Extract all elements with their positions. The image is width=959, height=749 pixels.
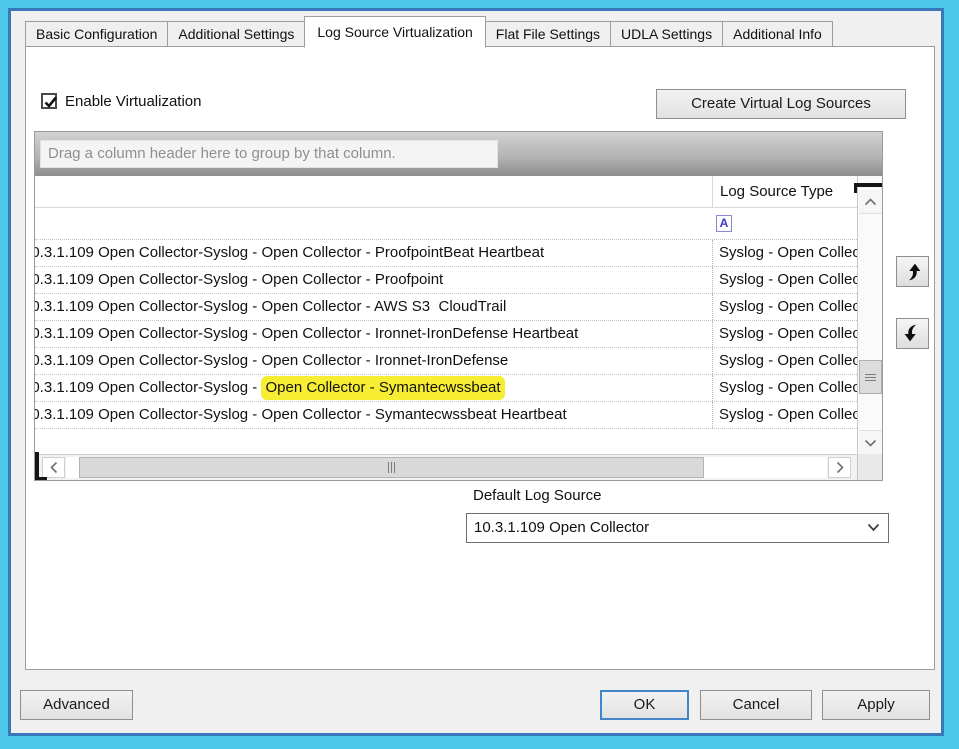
- grid-row[interactable]: 10.3.1.109 Open Collector-Syslog - Open …: [35, 240, 857, 267]
- chevron-down-icon: [867, 523, 880, 532]
- cancel-button[interactable]: Cancel: [700, 690, 812, 720]
- apply-button[interactable]: Apply: [822, 690, 930, 720]
- default-log-source-value: 10.3.1.109 Open Collector: [474, 519, 649, 536]
- log-source-type-cell: Syslog - Open Collector: [712, 240, 857, 266]
- log-source-type-cell: Syslog - Open Collector: [712, 348, 857, 374]
- log-source-name-cell: 10.3.1.109 Open Collector-Syslog - Open …: [35, 321, 712, 347]
- tab-additional-info[interactable]: Additional Info: [722, 21, 833, 47]
- chevron-left-icon: [50, 461, 58, 474]
- enable-virtualization-row: Enable Virtualization: [41, 91, 201, 111]
- scroll-down-button[interactable]: [859, 430, 882, 454]
- log-source-type-cell: Syslog - Open Collector: [712, 375, 857, 401]
- default-log-source-label: Default Log Source: [473, 487, 601, 504]
- grid-filter-row[interactable]: A: [35, 208, 857, 240]
- horizontal-scrollbar-track[interactable]: [66, 457, 827, 478]
- horizontal-scrollbar[interactable]: [35, 454, 857, 480]
- scroll-up-button[interactable]: [859, 190, 882, 214]
- curved-arrow-down-icon: [902, 323, 923, 344]
- group-by-hint: Drag a column header here to group by th…: [40, 140, 498, 168]
- scrollbar-corner: [857, 454, 882, 480]
- chevron-down-icon: [864, 439, 877, 447]
- vertical-scrollbar-thumb[interactable]: [859, 360, 882, 394]
- log-source-name-cell: 10.3.1.109 Open Collector-Syslog - Open …: [35, 267, 712, 293]
- checkmark-icon: [42, 93, 60, 111]
- ok-button[interactable]: OK: [600, 690, 689, 720]
- chevron-up-icon: [864, 198, 877, 206]
- grid-row[interactable]: 10.3.1.109 Open Collector-Syslog - Open …: [35, 402, 857, 429]
- tab-page-log-source-virtualization: Enable Virtualization Create Virtual Log…: [25, 46, 935, 670]
- advanced-button[interactable]: Advanced: [20, 690, 133, 720]
- group-by-panel[interactable]: Drag a column header here to group by th…: [35, 132, 882, 176]
- tab-udla-settings[interactable]: UDLA Settings: [610, 21, 723, 47]
- grid-rows: 10.3.1.109 Open Collector-Syslog - Open …: [35, 240, 857, 429]
- scroll-right-button[interactable]: [828, 457, 851, 478]
- log-source-properties-dialog: Basic Configuration Additional Settings …: [8, 8, 944, 736]
- text-filter-icon[interactable]: A: [716, 215, 732, 232]
- grid-row[interactable]: 10.3.1.109 Open Collector-Syslog - Open …: [35, 267, 857, 294]
- yellow-highlight: Open Collector - Symantecwssbeat: [261, 376, 504, 400]
- log-source-type-cell: Syslog - Open Collector: [712, 321, 857, 347]
- grid-corner-mark-bottom: [35, 452, 47, 480]
- chevron-right-icon: [836, 461, 844, 474]
- grid-row-highlighted[interactable]: 10.3.1.109 Open Collector-Syslog - Open …: [35, 375, 857, 402]
- enable-virtualization-checkbox[interactable]: [41, 93, 57, 109]
- grid-row[interactable]: 10.3.1.109 Open Collector-Syslog - Open …: [35, 348, 857, 375]
- move-row-up-button[interactable]: [896, 256, 929, 287]
- vertical-scrollbar[interactable]: [857, 176, 882, 454]
- log-source-type-cell: Syslog - Open Collector: [712, 267, 857, 293]
- grid-row[interactable]: 10.3.1.109 Open Collector-Syslog - Open …: [35, 321, 857, 348]
- log-source-name-cell: 10.3.1.109 Open Collector-Syslog - Open …: [35, 375, 712, 401]
- log-source-type-cell: Syslog - Open Collector: [712, 402, 857, 428]
- column-header-log-source-type[interactable]: Log Source Type: [712, 176, 857, 208]
- create-virtual-log-sources-button[interactable]: Create Virtual Log Sources: [656, 89, 906, 119]
- curved-arrow-up-icon: [902, 261, 923, 282]
- grid-header-row: Log Source Type: [35, 176, 857, 208]
- enable-virtualization-label: Enable Virtualization: [65, 93, 201, 110]
- tab-flat-file-settings[interactable]: Flat File Settings: [485, 21, 611, 47]
- log-source-type-cell: Syslog - Open Collector: [712, 294, 857, 320]
- virtual-log-sources-grid: Drag a column header here to group by th…: [34, 131, 883, 481]
- grid-row[interactable]: 10.3.1.109 Open Collector-Syslog - Open …: [35, 294, 857, 321]
- log-source-name-cell: 10.3.1.109 Open Collector-Syslog - Open …: [35, 294, 712, 320]
- move-row-down-button[interactable]: [896, 318, 929, 349]
- tab-bar: Basic Configuration Additional Settings …: [25, 15, 832, 47]
- log-source-name-cell: 10.3.1.109 Open Collector-Syslog - Open …: [35, 240, 712, 266]
- tab-log-source-virtualization[interactable]: Log Source Virtualization: [304, 16, 485, 48]
- grid-corner-mark-top: [854, 183, 882, 193]
- tab-basic-configuration[interactable]: Basic Configuration: [25, 21, 168, 47]
- log-source-name-cell: 10.3.1.109 Open Collector-Syslog - Open …: [35, 348, 712, 374]
- tab-additional-settings[interactable]: Additional Settings: [167, 21, 305, 47]
- log-source-name-cell: 10.3.1.109 Open Collector-Syslog - Open …: [35, 402, 712, 428]
- horizontal-scrollbar-thumb[interactable]: [79, 457, 704, 478]
- default-log-source-dropdown[interactable]: 10.3.1.109 Open Collector: [466, 513, 889, 543]
